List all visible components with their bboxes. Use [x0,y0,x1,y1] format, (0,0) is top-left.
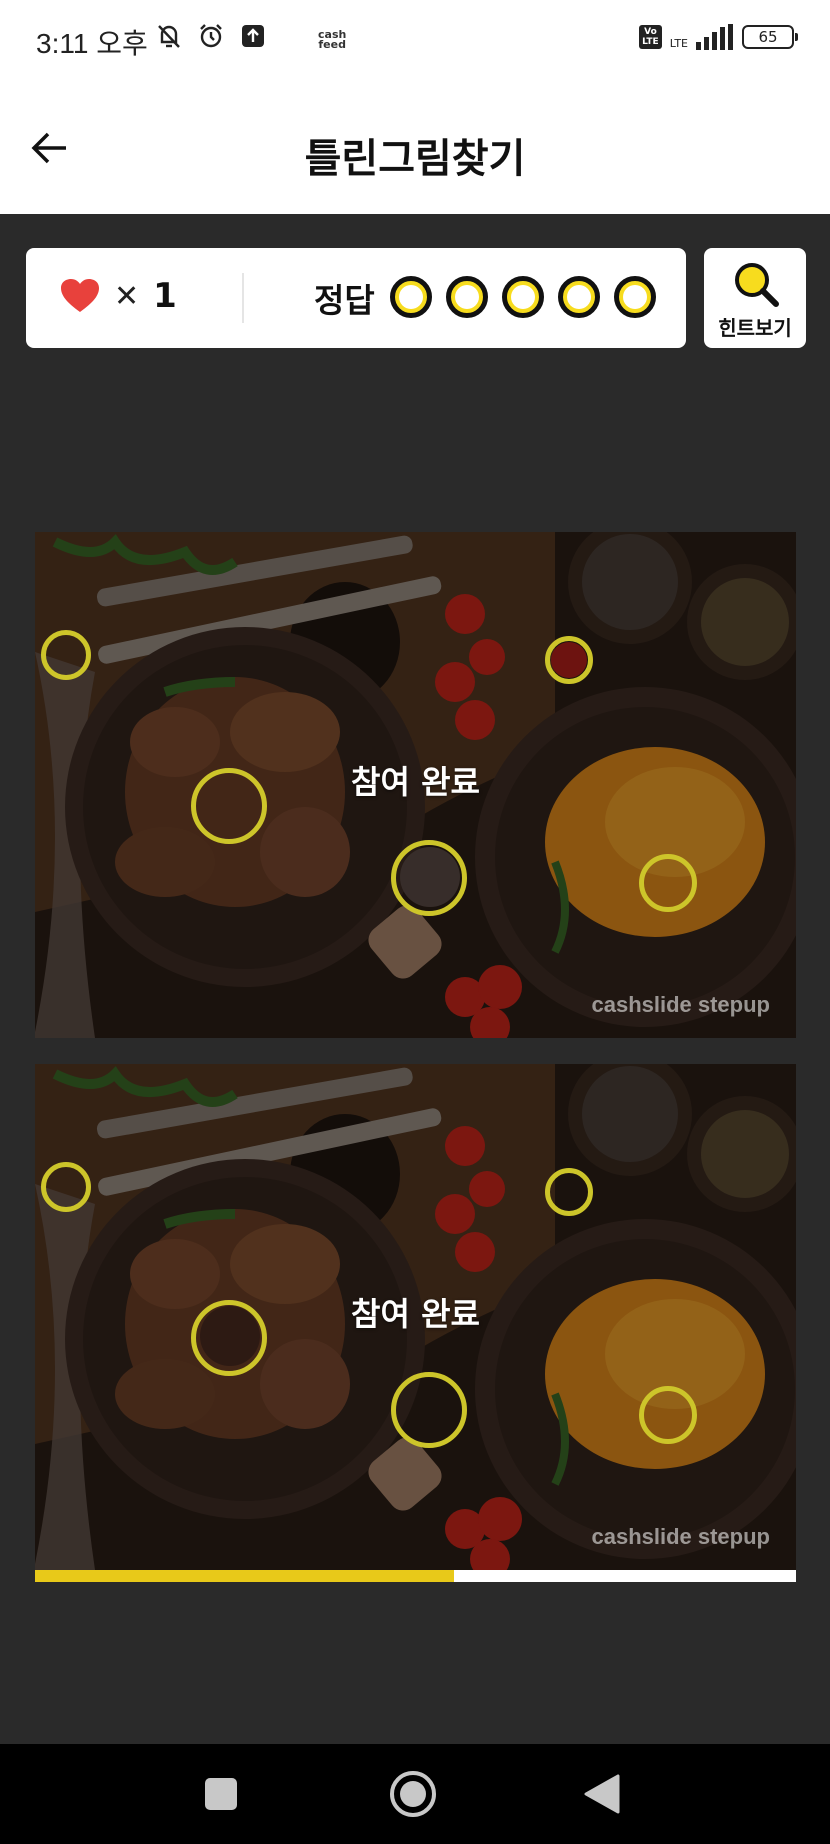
found-difference-marker [41,1162,91,1212]
found-difference-marker [41,630,91,680]
answer-slot [390,276,432,318]
lives-separator: ✕ [114,278,140,314]
lives-counter: ✕ 1 [60,276,177,316]
answer-slot [558,276,600,318]
battery-indicator: 65 [742,25,798,49]
circle-home-icon [390,1771,436,1817]
puzzle-image-original[interactable]: 참여 완료 cashslide stepup [35,532,796,1038]
volte-badge: Vo LTE [639,25,662,49]
heart-icon [61,279,99,312]
alarm-icon [197,22,225,50]
status-right: Vo LTE LTE 65 [639,24,798,50]
hint-label: 힌트보기 [718,316,792,340]
status-icons [155,22,267,50]
game-status-card: ✕ 1 정답 [26,248,686,348]
found-difference-marker [391,1372,467,1448]
answer-label: 정답 [314,281,375,320]
watermark: cashslide stepup [591,1524,770,1549]
mute-bell-icon [155,22,183,50]
found-difference-marker [545,1168,593,1216]
back-nav-button[interactable] [584,1774,620,1818]
signal-bars-icon [696,24,733,50]
found-difference-marker [639,1386,697,1444]
completed-label: 참여 완료 [351,1295,480,1333]
status-time: 3:11 오후 [36,28,148,59]
puzzle-image-modified[interactable]: 참여 완료 cashslide stepup [35,1064,796,1570]
page-title: 틀린그림찾기 [304,136,526,182]
hint-button[interactable]: 힌트보기 [704,248,806,348]
recent-apps-button[interactable] [203,1776,239,1816]
signal-indicator: LTE [670,24,734,50]
lte-label: LTE [669,37,688,50]
found-difference-marker [545,636,593,684]
divider [242,273,244,323]
upload-icon [239,22,267,50]
answer-slot [614,276,656,318]
system-nav-bar [0,1744,830,1844]
answer-slots [390,276,656,318]
answer-slot [502,276,544,318]
watermark: cashslide stepup [591,992,770,1017]
triangle-back-icon [584,1774,620,1814]
completed-label: 참여 완료 [351,763,480,801]
answer-slot [446,276,488,318]
cashfeed-logo: cash feed [318,28,347,51]
magnifier-icon [735,263,779,307]
found-difference-marker [639,854,697,912]
app-header: 틀린그림찾기 [0,80,830,214]
home-button[interactable] [389,1770,437,1822]
status-bar: 3:11 오후 cash feed Vo LTE LTE 65 [0,0,830,80]
lives-count: 1 [153,276,177,316]
found-difference-marker [391,840,467,916]
timer-progress-fill [35,1570,454,1582]
timer-progress-bar [35,1570,796,1582]
square-icon [205,1778,237,1810]
